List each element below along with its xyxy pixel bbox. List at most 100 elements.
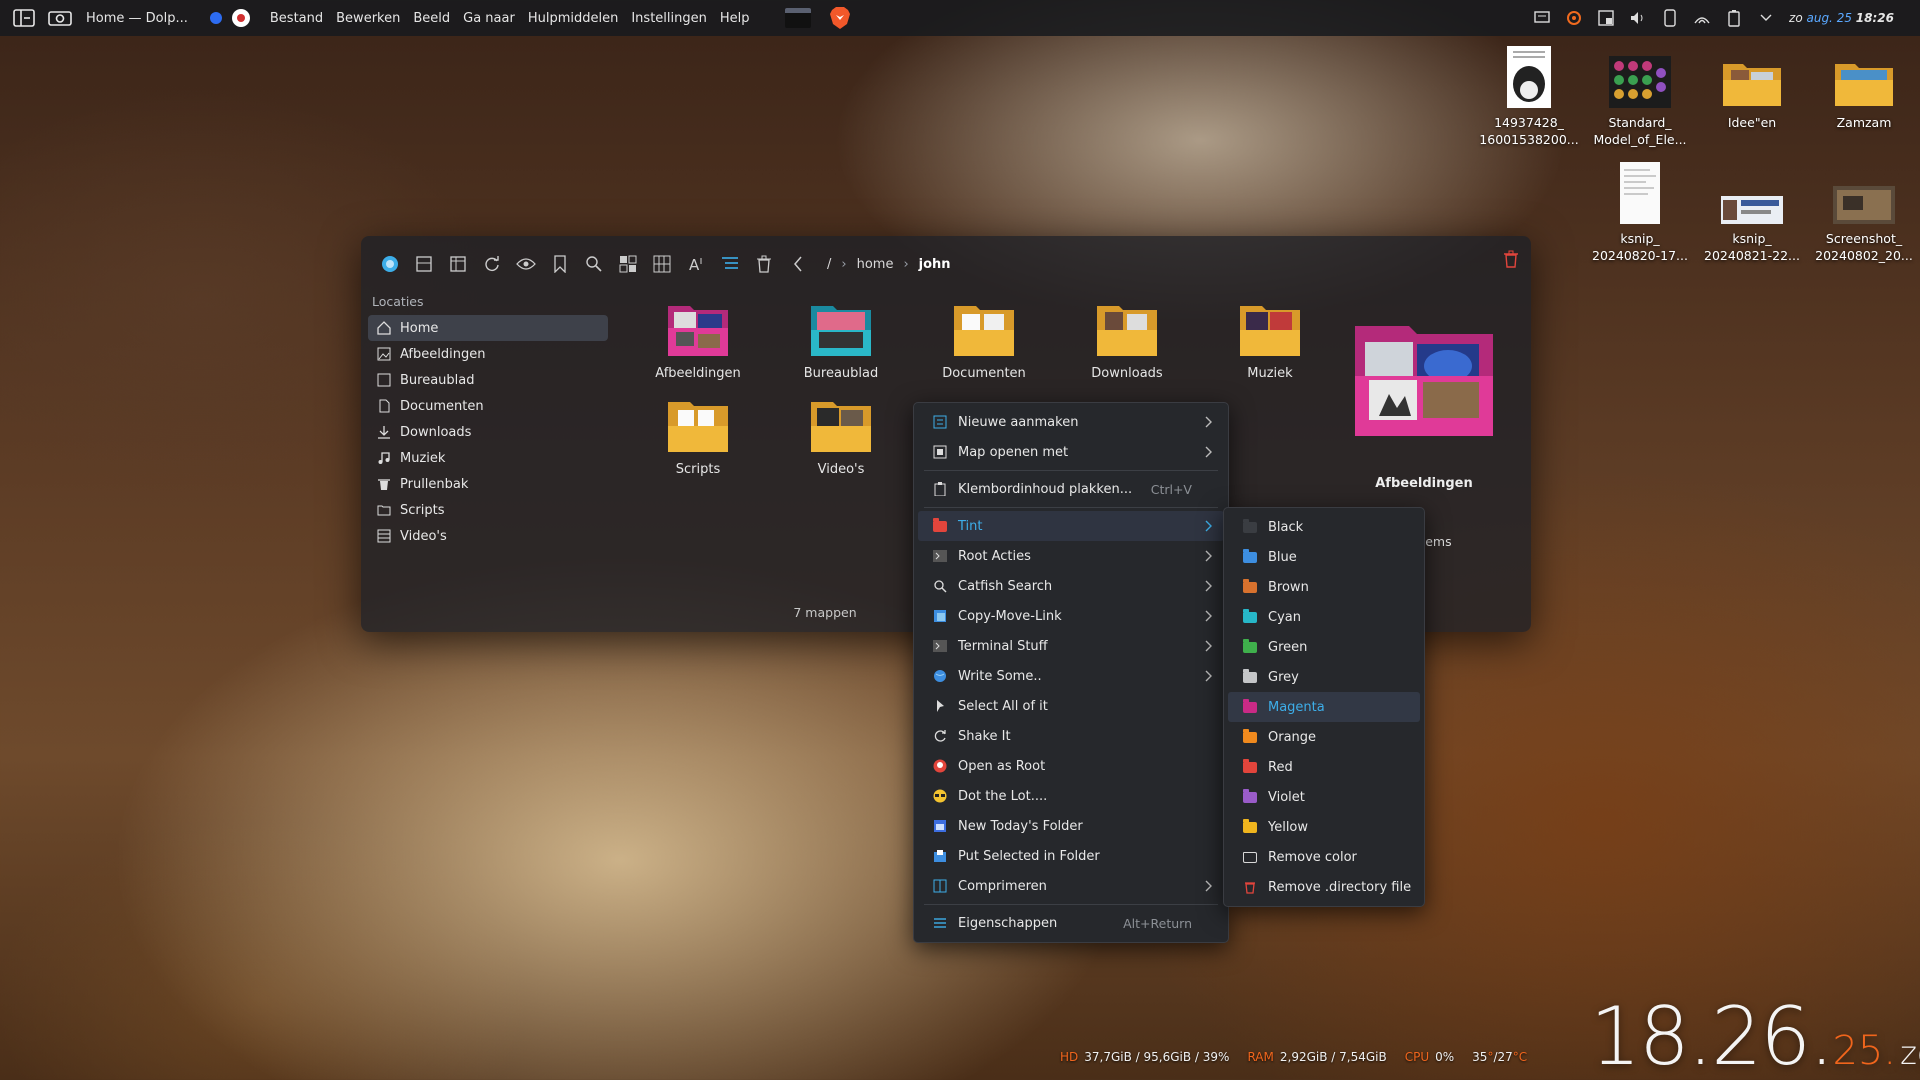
search-icon[interactable] <box>577 250 611 278</box>
delete-icon[interactable] <box>747 250 781 278</box>
tint-brown[interactable]: Brown <box>1228 572 1420 602</box>
folder-bureaublad[interactable]: Bureaublad <box>776 302 906 381</box>
window-icon[interactable] <box>1597 9 1615 27</box>
split-view-icon[interactable] <box>407 250 441 278</box>
tint-red[interactable]: Red <box>1228 752 1420 782</box>
menu-instellingen[interactable]: Instellingen <box>631 11 707 26</box>
breadcrumb-root[interactable]: / <box>827 257 831 272</box>
menu-ga-naar[interactable]: Ga naar <box>463 11 515 26</box>
bookmark-icon[interactable] <box>543 250 577 278</box>
menu-item-tint[interactable]: Tint <box>918 511 1224 541</box>
screenshot-icon[interactable] <box>48 6 72 30</box>
breadcrumb-home[interactable]: home <box>857 257 894 272</box>
sidebar-item-bureaublad[interactable]: Bureaublad <box>368 367 608 393</box>
menu-item-shake-it[interactable]: Shake It <box>918 721 1224 751</box>
folder-scripts[interactable]: Scripts <box>633 398 763 477</box>
tint-grey[interactable]: Grey <box>1228 662 1420 692</box>
menu-item-klembord-plakken[interactable]: Klembordinhoud plakken... Ctrl+V <box>918 474 1224 504</box>
desktop-file-ksnip-2[interactable]: ksnip_ 20240821-22... <box>1699 160 1805 264</box>
compact-view-icon[interactable] <box>645 250 679 278</box>
folder-muziek[interactable]: Muziek <box>1205 302 1335 381</box>
volume-icon[interactable] <box>1629 9 1647 27</box>
menu-item-open-as-root[interactable]: Open as Root <box>918 751 1224 781</box>
sidebar-item-afbeeldingen[interactable]: Afbeeldingen <box>368 341 608 367</box>
menu-item-dot-the-lot[interactable]: Dot the Lot.... <box>918 781 1224 811</box>
font-size-icon[interactable]: A <box>679 250 713 278</box>
folder-videos[interactable]: Video's <box>776 398 906 477</box>
panel-clock[interactable]: zo aug. 25 18:26 <box>1789 11 1894 25</box>
tint-yellow[interactable]: Yellow <box>1228 812 1420 842</box>
tint-black[interactable]: Black <box>1228 512 1420 542</box>
tint-orange[interactable]: Orange <box>1228 722 1420 752</box>
ram-value: 2,92GiB / 7,54GiB <box>1279 1050 1387 1064</box>
notes-icon[interactable] <box>1533 9 1551 27</box>
menu-item-nieuwe-aanmaken[interactable]: Nieuwe aanmaken <box>918 407 1224 437</box>
desktop-file-14937428[interactable]: 14937428_ 16001538200... <box>1476 44 1582 148</box>
cpu-value: 0% <box>1435 1050 1455 1064</box>
menu-hulpmiddelen[interactable]: Hulpmiddelen <box>528 11 619 26</box>
tint-violet[interactable]: Violet <box>1228 782 1420 812</box>
sidebar-item-documenten[interactable]: Documenten <box>368 393 608 419</box>
clock-weekday: zo <box>1900 1034 1920 1072</box>
sidebar-item-scripts[interactable]: Scripts <box>368 497 608 523</box>
info-folder-name: Afbeeldingen <box>1375 476 1473 491</box>
wifi-icon[interactable] <box>1693 9 1711 27</box>
folder-downloads[interactable]: Downloads <box>1062 302 1192 381</box>
terminal-icon[interactable] <box>784 8 811 28</box>
menu-item-root-acties[interactable]: Root Acties <box>918 541 1224 571</box>
preview-eye-icon[interactable] <box>509 250 543 278</box>
details-view-icon[interactable] <box>713 250 747 278</box>
menu-item-terminal-stuff[interactable]: Terminal Stuff <box>918 631 1224 661</box>
menu-beeld[interactable]: Beeld <box>413 11 450 26</box>
tint-blue[interactable]: Blue <box>1228 542 1420 572</box>
tint-cyan[interactable]: Cyan <box>1228 602 1420 632</box>
menu-item-eigenschappen[interactable]: Eigenschappen Alt+Return <box>918 908 1224 938</box>
menu-item-copy-move-link[interactable]: Copy-Move-Link <box>918 601 1224 631</box>
tint-magenta[interactable]: Magenta <box>1228 692 1420 722</box>
icons-view-icon[interactable] <box>611 250 645 278</box>
sidebar-item-prullenbak[interactable]: Prullenbak <box>368 471 608 497</box>
sidebar-item-downloads[interactable]: Downloads <box>368 419 608 445</box>
menu-help[interactable]: Help <box>720 11 750 26</box>
window-title[interactable]: Home — Dolp... <box>86 11 188 26</box>
tint-remove-color[interactable]: Remove color <box>1228 842 1420 872</box>
app-launcher-icon[interactable] <box>12 6 36 30</box>
menu-item-comprimeren[interactable]: Comprimeren <box>918 871 1224 901</box>
sidebar-item-videos[interactable]: Video's <box>368 523 608 549</box>
brave-browser-icon[interactable] <box>829 6 851 30</box>
menu-item-new-todays-folder[interactable]: New Today's Folder <box>918 811 1224 841</box>
sidebar-item-muziek[interactable]: Muziek <box>368 445 608 471</box>
back-icon[interactable] <box>781 250 815 278</box>
sidebar-item-label: Bureaublad <box>400 372 475 388</box>
sidebar-item-home[interactable]: Home <box>368 315 608 341</box>
chevron-down-icon[interactable] <box>1757 9 1775 27</box>
folder-afbeeldingen[interactable]: Afbeeldingen <box>633 302 763 381</box>
desktop-file-ksnip-1[interactable]: ksnip_ 20240820-17... <box>1587 160 1693 264</box>
close-trash-icon[interactable] <box>1503 250 1519 272</box>
settings-gear-icon[interactable] <box>1565 9 1583 27</box>
disk-label: HD <box>1060 1050 1079 1064</box>
folder-documenten[interactable]: Documenten <box>919 302 1049 381</box>
desktop-file-screenshot[interactable]: Screenshot_ 20240802_20... <box>1811 160 1917 264</box>
desktop-file-standard-model[interactable]: Standard_ Model_of_Ele... <box>1587 44 1693 148</box>
properties-icon <box>932 915 948 931</box>
desktop-folder-zamzam[interactable]: Zamzam <box>1811 44 1917 131</box>
dolphin-logo-icon[interactable] <box>373 250 407 278</box>
reload-icon[interactable] <box>475 250 509 278</box>
record-icon[interactable] <box>231 9 250 27</box>
red-folder-icon <box>1242 758 1258 775</box>
phone-icon[interactable] <box>1661 9 1679 27</box>
menu-item-map-openen-met[interactable]: Map openen met <box>918 437 1224 467</box>
desktop-folder-ideeen[interactable]: Idee"en <box>1699 44 1805 131</box>
battery-icon[interactable] <box>1725 9 1743 27</box>
tint-green[interactable]: Green <box>1228 632 1420 662</box>
menu-item-write-some[interactable]: Write Some.. <box>918 661 1224 691</box>
breadcrumb-current[interactable]: john <box>919 257 951 272</box>
menu-bewerken[interactable]: Bewerken <box>336 11 400 26</box>
menu-item-catfish-search[interactable]: Catfish Search <box>918 571 1224 601</box>
menu-bestand[interactable]: Bestand <box>270 11 323 26</box>
menu-item-put-selected-in-folder[interactable]: Put Selected in Folder <box>918 841 1224 871</box>
panels-icon[interactable] <box>441 250 475 278</box>
tint-remove-directory-file[interactable]: Remove .directory file <box>1228 872 1420 902</box>
menu-item-select-all[interactable]: Select All of it <box>918 691 1224 721</box>
